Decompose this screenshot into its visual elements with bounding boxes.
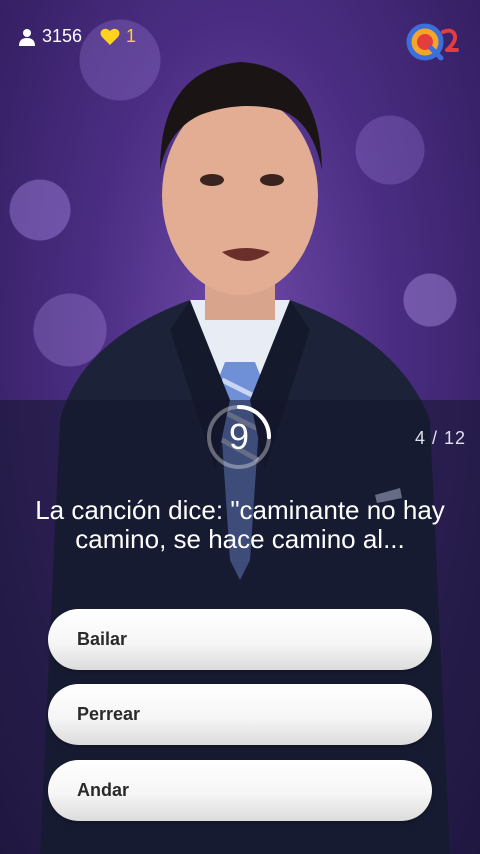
heart-icon [100,28,120,46]
answer-label: Andar [77,780,130,800]
players-count: 3156 [42,26,83,46]
q12-logo-icon [405,22,461,62]
answer-button-2[interactable]: Perrear [48,684,432,745]
answer-button-3[interactable]: Andar [48,760,432,821]
players-counter: 3156 [18,26,82,47]
top-bar: 3156 1 [0,0,480,76]
lives-counter: 1 [100,26,136,47]
timer-value: 9 [228,416,250,457]
question-text: La canción dice: "caminante no hay camin… [35,495,445,554]
countdown-timer: 9 [206,404,272,470]
person-icon [18,28,36,46]
answer-label: Bailar [77,629,128,649]
question-progress: 4 / 12 [414,428,466,448]
answer-label: Perrear [77,704,141,724]
answer-button-1[interactable]: Bailar [48,609,432,670]
lives-count: 1 [126,26,137,46]
